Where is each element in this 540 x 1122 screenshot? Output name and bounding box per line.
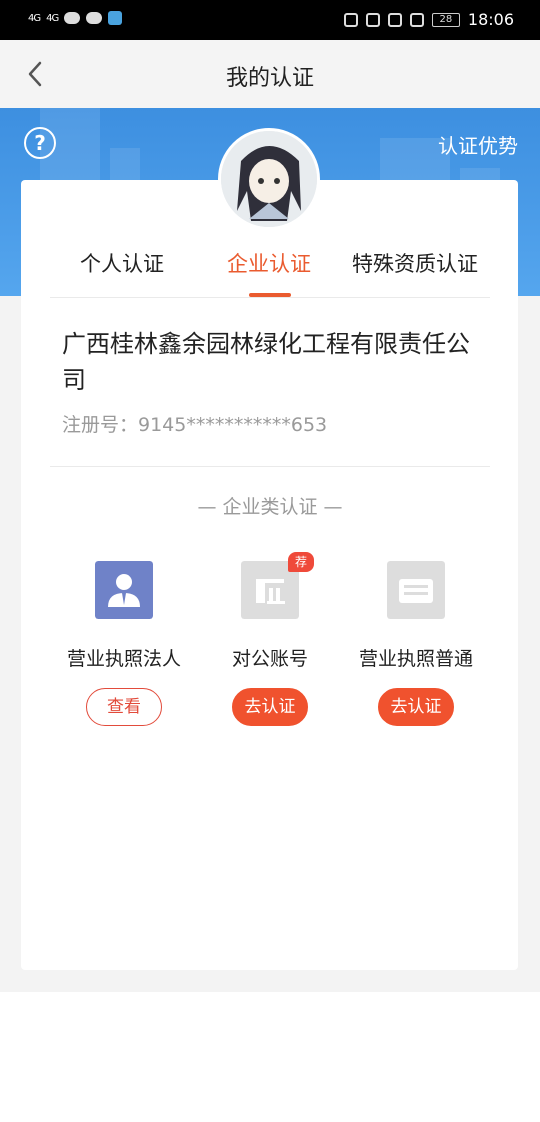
page-title: 我的认证 [225,66,314,91]
eye-icon [343,12,358,27]
avatar[interactable] [218,128,320,230]
tab-special-qualification[interactable]: 特殊资质认证 [352,248,478,278]
recommended-badge: 荐 [288,552,314,572]
person-card-icon[interactable] [95,561,153,619]
registration-number: 注册号：9145***********653 [62,414,328,436]
cert-advantage-link[interactable]: 认证优势 [438,130,518,159]
app-icon [108,11,123,25]
active-tab-indicator [249,293,291,297]
clock: 18:06 [467,10,514,29]
signal-icon: 4G [46,12,59,24]
company-name: 广西桂林鑫余园林绿化工程有限责任公司 [62,330,470,394]
tab-bar: 个人认证 企业认证 特殊资质认证 [50,240,490,298]
message-icon [86,12,103,24]
tab-enterprise[interactable]: 企业认证 [227,248,311,278]
view-button[interactable]: 查看 [86,688,162,726]
vibrate-icon [409,12,424,27]
battery-icon: 28 [431,12,460,27]
certify-corporate-account-button[interactable]: 去认证 [232,688,308,726]
status-bar: 4G 4G 28 18:06 [0,0,540,40]
alarm-icon [387,12,402,27]
nfc-icon [365,12,380,27]
signal-icon: 4G [28,12,41,24]
cert-label-business-license: 营业执照普通 [358,648,473,670]
cert-label-legal-person: 营业执照法人 [66,648,181,670]
certify-business-license-button[interactable]: 去认证 [378,688,454,726]
tab-personal[interactable]: 个人认证 [80,248,164,278]
wechat-icon [64,12,81,24]
section-title: — 企业类认证 — [197,496,343,518]
divider [50,466,490,467]
nav-bar: 我的认证 [0,40,540,108]
help-icon[interactable]: ? [24,127,56,159]
avatar-illustration [221,131,317,227]
license-icon[interactable] [387,561,445,619]
cert-label-corporate-account: 对公账号 [231,648,308,670]
